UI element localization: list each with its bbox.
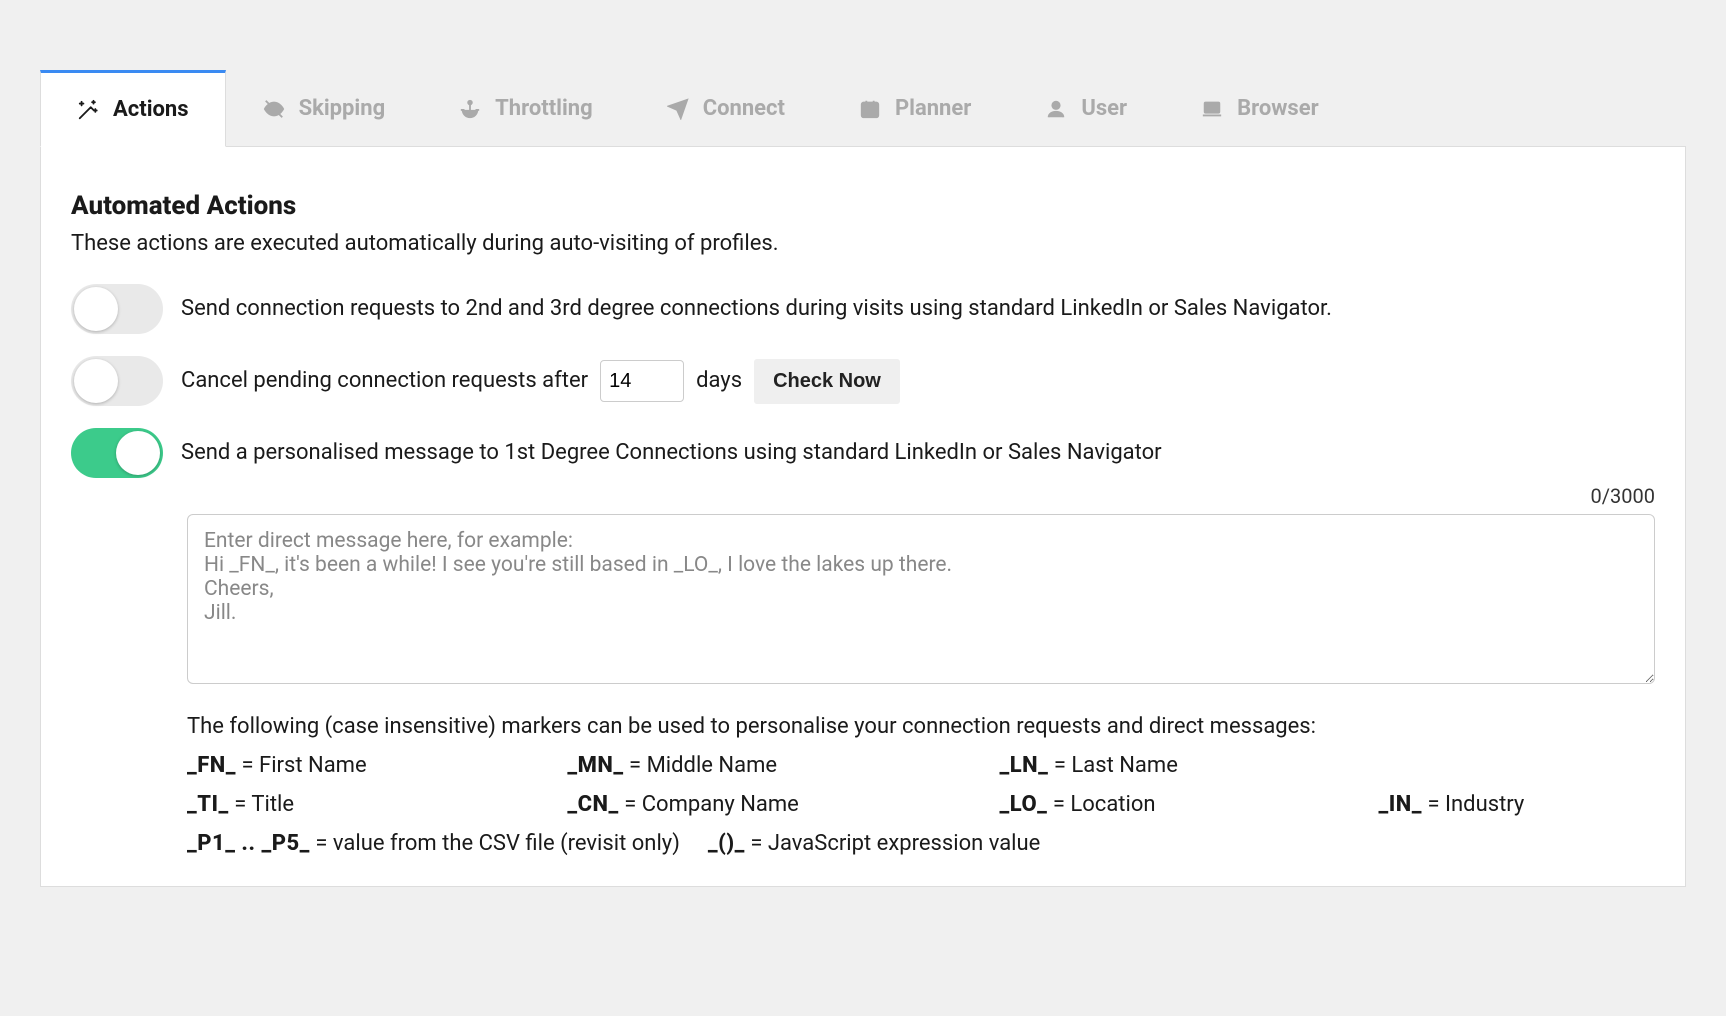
tab-browser[interactable]: Browser (1164, 70, 1356, 146)
tab-throttling[interactable]: Throttling (422, 70, 630, 146)
label-cancel-before: Cancel pending connection requests after (181, 366, 588, 396)
tab-label: User (1081, 96, 1127, 121)
marker-item: _TI_ = Title (187, 792, 497, 817)
char-counter: 0/3000 (187, 484, 1655, 508)
marker-item: _MN_ = Middle Name (567, 753, 929, 778)
tab-label: Actions (113, 97, 189, 122)
label-cancel-after: days (696, 366, 742, 396)
eye-off-icon (263, 98, 285, 120)
tab-skipping[interactable]: Skipping (226, 70, 423, 146)
marker-item: _IN_ = Industry (1379, 792, 1655, 817)
days-input[interactable] (600, 360, 684, 402)
toggle-send-connection[interactable] (71, 284, 163, 334)
label-send-message: Send a personalised message to 1st Degre… (181, 438, 1162, 468)
marker-item: _LO_ = Location (1000, 792, 1309, 817)
tab-label: Skipping (299, 96, 386, 121)
tab-label: Planner (895, 96, 971, 121)
tab-user[interactable]: User (1008, 70, 1164, 146)
anchor-icon (459, 98, 481, 120)
row-send-connection: Send connection requests to 2nd and 3rd … (71, 284, 1655, 334)
tab-label: Throttling (495, 96, 593, 121)
send-icon (667, 98, 689, 120)
actions-panel: Automated Actions These actions are exec… (40, 147, 1686, 887)
section-subtitle: These actions are executed automatically… (71, 231, 1655, 256)
markers-intro: The following (case insensitive) markers… (187, 714, 1655, 739)
toggle-cancel-pending[interactable] (71, 356, 163, 406)
markers-grid: _FN_ = First Name _MN_ = Middle Name _LN_ … (187, 753, 1655, 856)
calendar-icon (859, 98, 881, 120)
row-cancel-pending: Cancel pending connection requests after… (71, 356, 1655, 406)
toggle-send-message[interactable] (71, 428, 163, 478)
direct-message-textarea[interactable] (187, 514, 1655, 684)
marker-item: _LN_ = Last Name (1000, 753, 1309, 778)
marker-item: _FN_ = First Name (187, 753, 497, 778)
check-now-button[interactable]: Check Now (754, 359, 900, 404)
tabs-bar: Actions Skipping Throttling Connect Planner U… (40, 70, 1686, 147)
tab-connect[interactable]: Connect (630, 70, 822, 146)
tab-label: Browser (1237, 96, 1319, 121)
marker-extra-row: _P1_ .. _P5_ = value from the CSV file (… (187, 831, 1655, 856)
laptop-icon (1201, 98, 1223, 120)
label-send-connection: Send connection requests to 2nd and 3rd … (181, 294, 1332, 324)
user-icon (1045, 98, 1067, 120)
row-send-message: Send a personalised message to 1st Degre… (71, 428, 1655, 478)
marker-item (1379, 753, 1655, 778)
marker-item: _P1_ .. _P5_ = value from the CSV file (… (187, 831, 680, 856)
tab-label: Connect (703, 96, 785, 121)
tab-actions[interactable]: Actions (40, 70, 226, 147)
section-title: Automated Actions (71, 191, 1655, 221)
wand-icon (77, 99, 99, 121)
tab-planner[interactable]: Planner (822, 70, 1008, 146)
marker-item: _CN_ = Company Name (567, 792, 929, 817)
marker-item: _()_ = JavaScript expression value (708, 831, 1040, 856)
